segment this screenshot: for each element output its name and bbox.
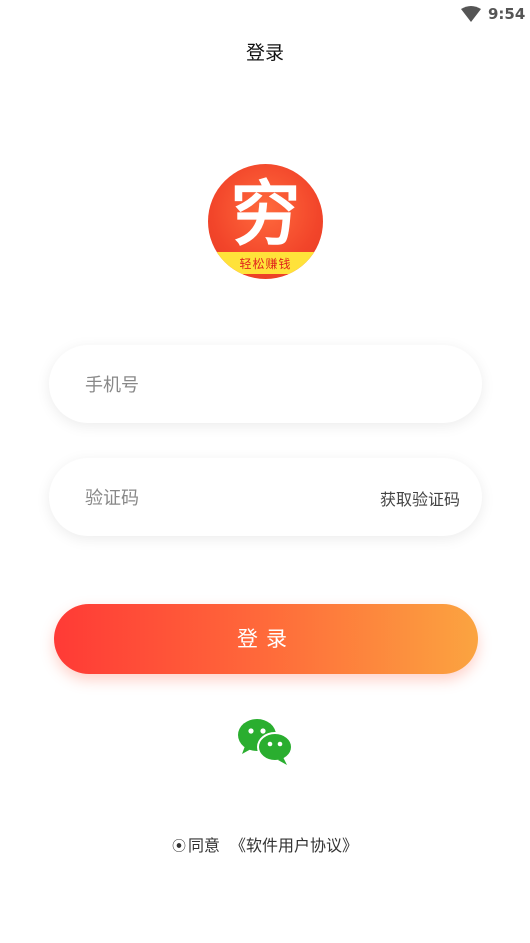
agree-radio-icon[interactable]: ⦿ bbox=[172, 836, 186, 856]
logo-glyph: 穷 bbox=[230, 173, 301, 255]
app-logo: 穷 轻松赚钱 bbox=[208, 164, 323, 279]
phone-field bbox=[49, 345, 482, 425]
code-field: 获取验证码 bbox=[49, 458, 482, 538]
phone-input[interactable] bbox=[83, 345, 347, 425]
logo-banner: 轻松赚钱 bbox=[216, 252, 315, 274]
logo-circle: 穷 轻松赚钱 bbox=[208, 164, 323, 279]
logo-slogan: 轻松赚钱 bbox=[239, 257, 292, 271]
page-title: 登录 bbox=[245, 42, 284, 64]
code-input[interactable] bbox=[83, 458, 347, 538]
get-code-button[interactable]: 获取验证码 bbox=[380, 486, 460, 510]
agreement-row: ⦿ 同意 《软件用户协议》 bbox=[0, 832, 530, 856]
wifi-icon bbox=[461, 6, 481, 22]
status-time: 9:54 bbox=[488, 5, 526, 23]
user-agreement-link[interactable]: 《软件用户协议》 bbox=[230, 836, 358, 855]
wechat-icon[interactable] bbox=[237, 716, 293, 766]
agree-label: 同意 bbox=[187, 836, 220, 855]
login-button[interactable]: 登录 bbox=[54, 604, 478, 674]
status-bar: 9:54 bbox=[0, 0, 530, 30]
